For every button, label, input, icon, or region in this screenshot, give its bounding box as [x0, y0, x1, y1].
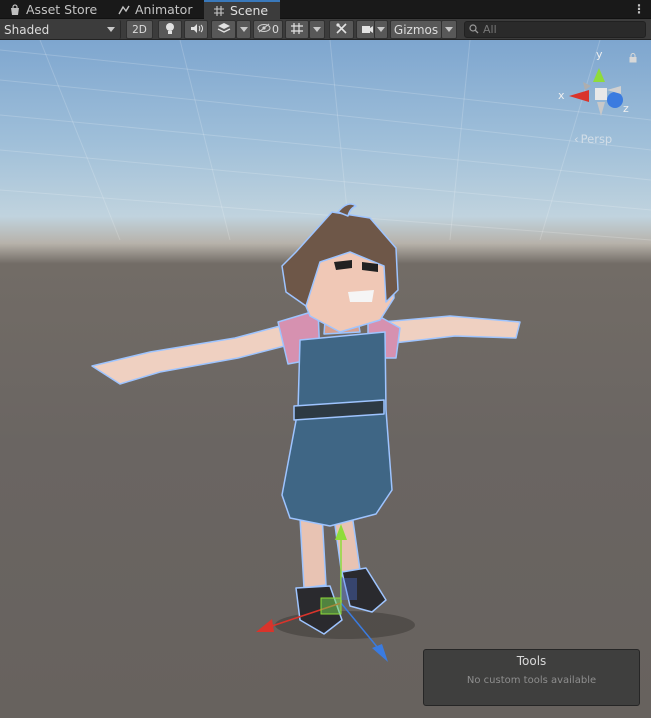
tab-scene[interactable]: Scene: [204, 0, 280, 19]
effects-layers-icon: [217, 22, 231, 37]
lock-icon[interactable]: [629, 52, 637, 63]
axis-y-cone-icon: [593, 68, 605, 82]
projection-toggle[interactable]: ‹ Persp: [574, 132, 612, 146]
hidden-object-count: 0: [272, 23, 279, 36]
scene-visibility-toggle[interactable]: 0: [253, 20, 283, 39]
lightbulb-icon: [165, 22, 175, 38]
chevron-down-icon: [445, 27, 453, 32]
scene-toolbar: Shaded 2D 0 Gizmos All: [0, 19, 651, 40]
axis-x-label: x: [558, 89, 565, 102]
scene-grid-icon: [212, 4, 225, 17]
gizmos-button[interactable]: Gizmos: [390, 20, 442, 39]
editor-tab-bar: Asset Store Animator Scene ⋮: [0, 0, 651, 19]
axis-x-cone-icon: [569, 90, 589, 102]
search-input[interactable]: [483, 23, 633, 36]
scene-render: [0, 40, 651, 662]
tab-label: Animator: [135, 2, 193, 17]
toggle-lighting-button[interactable]: [158, 20, 182, 39]
tab-asset-store[interactable]: Asset Store: [0, 0, 105, 19]
scene-search-field[interactable]: [464, 21, 646, 38]
tools-overlay-panel: Tools No custom tools available: [423, 649, 640, 706]
toggle-grid-button[interactable]: [285, 20, 309, 39]
shopping-bag-icon: [8, 3, 21, 16]
chevron-left-icon: ‹: [574, 132, 579, 146]
speaker-icon: [190, 23, 203, 37]
grid-icon: [290, 22, 304, 38]
axis-y-label: y: [596, 48, 603, 61]
gizmos-dropdown-button[interactable]: [441, 20, 457, 39]
ground-shadow: [275, 611, 415, 639]
scene-viewport[interactable]: y x z ‹ Persp Tools No custom tools avai…: [0, 40, 651, 718]
toggle-audio-button[interactable]: [184, 20, 208, 39]
toggle-2d-button[interactable]: 2D: [126, 20, 153, 39]
scene-orientation-gizmo[interactable]: y x z: [553, 46, 639, 132]
effects-dropdown-button[interactable]: [236, 20, 251, 39]
tab-options-menu-icon[interactable]: ⋮: [633, 1, 645, 17]
shading-mode-dropdown[interactable]: Shaded: [0, 20, 121, 39]
toggle-effects-button[interactable]: [211, 20, 236, 39]
component-tools-button[interactable]: [329, 20, 354, 39]
chevron-down-icon: [239, 27, 248, 32]
tab-label: Scene: [230, 3, 269, 18]
chevron-down-icon: [313, 27, 321, 32]
axis-z-cone-icon: [607, 92, 623, 108]
camera-dropdown-button[interactable]: [374, 20, 388, 39]
projection-label: Persp: [580, 132, 613, 146]
camera-icon: [361, 23, 374, 37]
search-icon: [469, 23, 479, 37]
tools-overlay-message: No custom tools available: [466, 675, 597, 686]
axis-z-label: z: [623, 102, 629, 115]
tab-label: Asset Store: [26, 2, 98, 17]
tools-overlay-title: Tools: [516, 654, 547, 668]
center-cube-icon: [595, 88, 607, 100]
animator-icon: [117, 3, 130, 16]
chevron-down-icon: [107, 27, 115, 32]
character-model: [91, 203, 521, 635]
shading-mode-label: Shaded: [4, 22, 50, 37]
chevron-down-icon: [377, 27, 385, 32]
eye-hidden-icon: [257, 23, 271, 36]
tab-animator[interactable]: Animator: [109, 0, 200, 19]
tools-wrench-icon: [335, 22, 348, 38]
grid-dropdown-button[interactable]: [309, 20, 325, 39]
